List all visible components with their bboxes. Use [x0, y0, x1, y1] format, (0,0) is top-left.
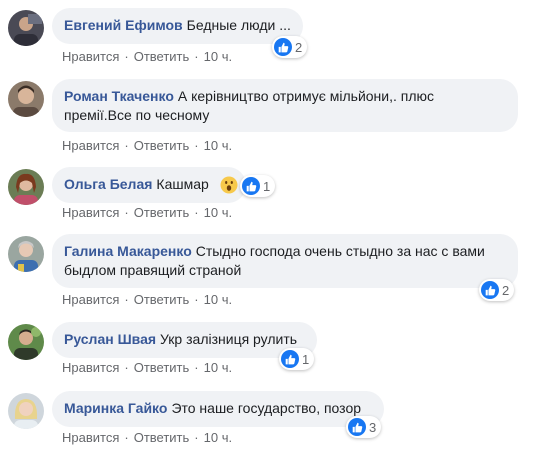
comment-text-line2: быдлом правящий страной — [64, 262, 242, 278]
like-link[interactable]: Нравится — [62, 49, 119, 64]
comment-actions: Нравится · Ответить · 10 ч. — [62, 360, 233, 375]
timestamp[interactable]: 10 ч. — [204, 138, 232, 153]
like-link[interactable]: Нравится — [62, 138, 119, 153]
comment-text: Стыдно господа очень стыдно за нас с вам… — [195, 243, 485, 259]
timestamp[interactable]: 10 ч. — [204, 292, 232, 307]
reply-link[interactable]: Ответить — [134, 360, 190, 375]
comment-author[interactable]: Роман Ткаченко — [64, 88, 174, 104]
comment-author[interactable]: Маринка Гайко — [64, 400, 167, 416]
comment-text: Кашмар — [156, 176, 209, 192]
like-icon — [242, 177, 260, 195]
like-link[interactable]: Нравится — [62, 292, 119, 307]
reply-link[interactable]: Ответить — [134, 49, 190, 64]
reaction-count[interactable]: 2 — [479, 279, 515, 301]
comment-bubble: Ольга Белая Кашмар — [52, 167, 246, 203]
reaction-count-label: 2 — [502, 282, 510, 298]
wow-emoji-icon — [220, 176, 238, 194]
comment-text: Это наше государство, позор — [171, 400, 362, 416]
like-link[interactable]: Нравится — [62, 360, 119, 375]
timestamp[interactable]: 10 ч. — [204, 205, 232, 220]
reply-link[interactable]: Ответить — [134, 292, 190, 307]
reaction-count-label: 2 — [295, 39, 303, 55]
comment-bubble: Роман Ткаченко А керівництво отримує міль… — [52, 79, 518, 132]
comment-actions: Нравится · Ответить · 10 ч. — [62, 430, 233, 445]
like-icon — [348, 418, 366, 436]
timestamp[interactable]: 10 ч. — [204, 49, 232, 64]
avatar[interactable] — [8, 393, 44, 429]
avatar[interactable] — [8, 324, 44, 360]
reply-link[interactable]: Ответить — [134, 205, 190, 220]
comment-text: Бедные люди ... — [186, 17, 291, 33]
reaction-count[interactable]: 1 — [240, 175, 276, 197]
comment-bubble: Галина Макаренко Стыдно господа очень сты… — [52, 234, 518, 288]
comment-bubble: Маринка Гайко Это наше государство, позор — [52, 391, 384, 427]
avatar[interactable] — [8, 169, 44, 205]
comment-bubble: Евгений Ефимов Бедные люди ... — [52, 8, 303, 44]
reaction-count-label: 3 — [369, 419, 377, 435]
avatar[interactable] — [8, 10, 44, 46]
like-icon — [274, 38, 292, 56]
comment-author[interactable]: Галина Макаренко — [64, 243, 192, 259]
like-icon — [481, 281, 499, 299]
reaction-count[interactable]: 3 — [346, 416, 382, 438]
like-link[interactable]: Нравится — [62, 205, 119, 220]
reply-link[interactable]: Ответить — [134, 138, 190, 153]
comment-bubble: Руслан Швая Укр залізниця рулить — [52, 322, 317, 358]
comment-text: А керівництво отримує мільйони,. плюс — [177, 88, 435, 104]
like-link[interactable]: Нравится — [62, 430, 119, 445]
reaction-count-label: 1 — [263, 178, 271, 194]
avatar[interactable] — [8, 236, 44, 272]
comment-author[interactable]: Ольга Белая — [64, 176, 152, 192]
timestamp[interactable]: 10 ч. — [204, 430, 232, 445]
reaction-count-label: 1 — [302, 351, 310, 367]
comment-actions: Нравится · Ответить · 10 ч. — [62, 292, 233, 307]
reaction-count[interactable]: 1 — [279, 348, 315, 370]
reply-link[interactable]: Ответить — [134, 430, 190, 445]
avatar[interactable] — [8, 81, 44, 117]
comment-author[interactable]: Евгений Ефимов — [64, 17, 183, 33]
comment-text-line2: премії.Все по чесному — [64, 107, 210, 123]
comment-author[interactable]: Руслан Швая — [64, 331, 156, 347]
like-icon — [281, 350, 299, 368]
comment-actions: Нравится · Ответить · 10 ч. — [62, 138, 233, 153]
comment-text: Укр залізниця рулить — [160, 331, 298, 347]
comment-actions: Нравится · Ответить · 10 ч. — [62, 49, 233, 64]
timestamp[interactable]: 10 ч. — [204, 360, 232, 375]
comment-actions: Нравится · Ответить · 10 ч. — [62, 205, 233, 220]
reaction-count[interactable]: 2 — [272, 36, 308, 58]
